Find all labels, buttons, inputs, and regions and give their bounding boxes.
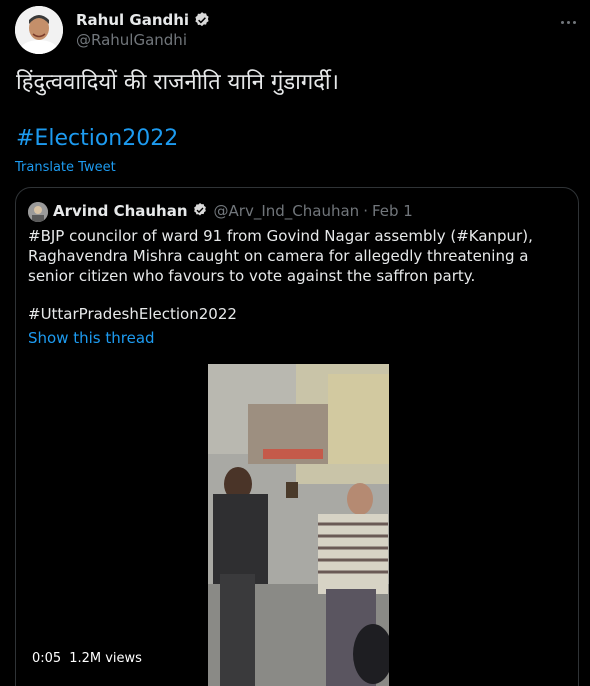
video-frame <box>208 364 389 686</box>
author-handle[interactable]: @RahulGandhi <box>76 31 187 49</box>
tweet: Rahul Gandhi @RahulGandhi हिंदुत्ववादियो… <box>0 0 590 686</box>
video-player[interactable] <box>208 364 389 686</box>
video-meta: 0:05 1.2M views <box>32 651 142 666</box>
quoted-verified-badge-icon <box>192 202 210 220</box>
quoted-author-handle: @Arv_Ind_Chauhan <box>213 202 360 220</box>
quoted-text-body: #BJP councilor of ward 91 from Govind Na… <box>28 227 533 285</box>
quoted-date: Feb 1 <box>371 202 413 220</box>
quoted-hashtag[interactable]: #UttarPradeshElection2022 <box>28 305 237 323</box>
quoted-author-avatar <box>28 202 48 222</box>
author-name[interactable]: Rahul Gandhi <box>76 11 189 29</box>
video-views: 1.2M views <box>69 651 142 666</box>
translate-tweet-link[interactable]: Translate Tweet <box>15 160 116 175</box>
quoted-separator: · <box>363 202 368 220</box>
quoted-author-name: Arvind Chauhan <box>53 202 188 220</box>
show-thread-link[interactable]: Show this thread <box>28 329 155 347</box>
author-name-row: Rahul Gandhi <box>76 11 211 29</box>
video-time: 0:05 <box>32 651 62 666</box>
author-avatar[interactable] <box>15 6 63 54</box>
quoted-text: #BJP councilor of ward 91 from Govind Na… <box>28 226 568 286</box>
quoted-tweet[interactable]: Arvind Chauhan @Arv_Ind_Chauhan · Feb 1 … <box>15 187 579 686</box>
hashtag-link[interactable]: #Election2022 <box>16 126 178 151</box>
verified-badge-icon <box>193 11 211 29</box>
quoted-header: Arvind Chauhan @Arv_Ind_Chauhan · Feb 1 <box>53 202 413 220</box>
tweet-text: हिंदुत्ववादियों की राजनीति यानि गुंडागर्… <box>16 70 339 95</box>
more-options-icon[interactable] <box>558 14 578 30</box>
